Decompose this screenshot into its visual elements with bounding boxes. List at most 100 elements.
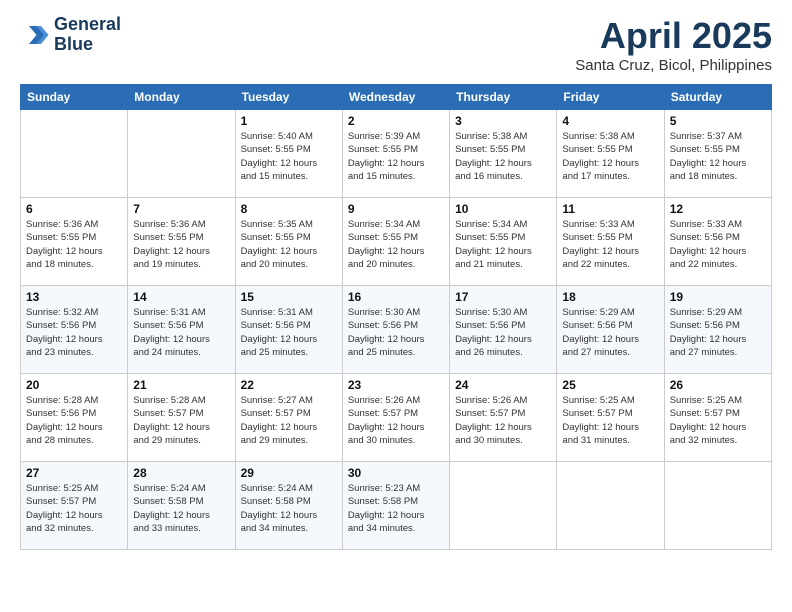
calendar-cell: 27 Sunrise: 5:25 AM Sunset: 5:57 PM Dayli… xyxy=(21,462,128,550)
day-number: 18 xyxy=(562,290,658,304)
weekday-header: Thursday xyxy=(450,85,557,110)
header: General Blue April 2025 Santa Cruz, Bico… xyxy=(20,15,772,74)
weekday-header-row: SundayMondayTuesdayWednesdayThursdayFrid… xyxy=(21,85,772,110)
day-number: 12 xyxy=(670,202,766,216)
day-number: 9 xyxy=(348,202,444,216)
day-number: 21 xyxy=(133,378,229,392)
day-info: Sunrise: 5:36 AM Sunset: 5:55 PM Dayligh… xyxy=(26,218,122,271)
logo-icon xyxy=(20,20,50,50)
calendar-cell: 22 Sunrise: 5:27 AM Sunset: 5:57 PM Dayli… xyxy=(235,374,342,462)
day-info: Sunrise: 5:28 AM Sunset: 5:56 PM Dayligh… xyxy=(26,394,122,447)
calendar-cell: 10Sunrise: 5:34 AM Sunset: 5:55 PM Dayli… xyxy=(450,198,557,286)
calendar-week-row: 20Sunrise: 5:28 AM Sunset: 5:56 PM Dayli… xyxy=(21,374,772,462)
logo-line2: Blue xyxy=(54,35,121,55)
calendar-table: SundayMondayTuesdayWednesdayThursdayFrid… xyxy=(20,84,772,550)
calendar-cell: 9 Sunrise: 5:34 AM Sunset: 5:55 PM Daylig… xyxy=(342,198,449,286)
day-number: 3 xyxy=(455,114,551,128)
logo-line1: General xyxy=(54,15,121,35)
calendar-cell: 29 Sunrise: 5:24 AM Sunset: 5:58 PM Dayli… xyxy=(235,462,342,550)
day-number: 27 xyxy=(26,466,122,480)
day-info: Sunrise: 5:25 AM Sunset: 5:57 PM Dayligh… xyxy=(670,394,766,447)
day-info: Sunrise: 5:26 AM Sunset: 5:57 PM Dayligh… xyxy=(348,394,444,447)
day-info: Sunrise: 5:35 AM Sunset: 5:55 PM Dayligh… xyxy=(241,218,337,271)
calendar-cell: 25 Sunrise: 5:25 AM Sunset: 5:57 PM Dayli… xyxy=(557,374,664,462)
day-number: 15 xyxy=(241,290,337,304)
day-info: Sunrise: 5:32 AM Sunset: 5:56 PM Dayligh… xyxy=(26,306,122,359)
day-number: 8 xyxy=(241,202,337,216)
day-number: 4 xyxy=(562,114,658,128)
calendar-cell: 15 Sunrise: 5:31 AM Sunset: 5:56 PM Dayli… xyxy=(235,286,342,374)
day-number: 26 xyxy=(670,378,766,392)
day-number: 29 xyxy=(241,466,337,480)
calendar-cell xyxy=(128,110,235,198)
calendar-cell: 18Sunrise: 5:29 AM Sunset: 5:56 PM Dayli… xyxy=(557,286,664,374)
day-number: 5 xyxy=(670,114,766,128)
calendar-cell: 12 Sunrise: 5:33 AM Sunset: 5:56 PM Dayli… xyxy=(664,198,771,286)
day-number: 23 xyxy=(348,378,444,392)
calendar-cell xyxy=(664,462,771,550)
day-info: Sunrise: 5:33 AM Sunset: 5:56 PM Dayligh… xyxy=(670,218,766,271)
day-info: Sunrise: 5:25 AM Sunset: 5:57 PM Dayligh… xyxy=(26,482,122,535)
day-info: Sunrise: 5:25 AM Sunset: 5:57 PM Dayligh… xyxy=(562,394,658,447)
calendar-cell xyxy=(450,462,557,550)
day-info: Sunrise: 5:30 AM Sunset: 5:56 PM Dayligh… xyxy=(455,306,551,359)
day-number: 13 xyxy=(26,290,122,304)
day-info: Sunrise: 5:33 AM Sunset: 5:55 PM Dayligh… xyxy=(562,218,658,271)
day-number: 28 xyxy=(133,466,229,480)
calendar-week-row: 27 Sunrise: 5:25 AM Sunset: 5:57 PM Dayli… xyxy=(21,462,772,550)
location-subtitle: Santa Cruz, Bicol, Philippines xyxy=(575,57,772,74)
weekday-header: Monday xyxy=(128,85,235,110)
day-info: Sunrise: 5:34 AM Sunset: 5:55 PM Dayligh… xyxy=(455,218,551,271)
weekday-header: Tuesday xyxy=(235,85,342,110)
logo: General Blue xyxy=(20,15,121,55)
day-number: 30 xyxy=(348,466,444,480)
calendar-week-row: 1Sunrise: 5:40 AM Sunset: 5:55 PM Daylig… xyxy=(21,110,772,198)
calendar-cell: 23 Sunrise: 5:26 AM Sunset: 5:57 PM Dayli… xyxy=(342,374,449,462)
day-number: 6 xyxy=(26,202,122,216)
calendar-cell: 13 Sunrise: 5:32 AM Sunset: 5:56 PM Dayli… xyxy=(21,286,128,374)
calendar-cell: 17 Sunrise: 5:30 AM Sunset: 5:56 PM Dayli… xyxy=(450,286,557,374)
day-info: Sunrise: 5:37 AM Sunset: 5:55 PM Dayligh… xyxy=(670,130,766,183)
page: General Blue April 2025 Santa Cruz, Bico… xyxy=(0,0,792,612)
calendar-cell: 26 Sunrise: 5:25 AM Sunset: 5:57 PM Dayli… xyxy=(664,374,771,462)
calendar-cell: 6 Sunrise: 5:36 AM Sunset: 5:55 PM Daylig… xyxy=(21,198,128,286)
calendar-cell: 30Sunrise: 5:23 AM Sunset: 5:58 PM Dayli… xyxy=(342,462,449,550)
day-number: 2 xyxy=(348,114,444,128)
weekday-header: Friday xyxy=(557,85,664,110)
calendar-cell: 5 Sunrise: 5:37 AM Sunset: 5:55 PM Daylig… xyxy=(664,110,771,198)
weekday-header: Sunday xyxy=(21,85,128,110)
day-info: Sunrise: 5:39 AM Sunset: 5:55 PM Dayligh… xyxy=(348,130,444,183)
day-number: 19 xyxy=(670,290,766,304)
day-number: 17 xyxy=(455,290,551,304)
title-block: April 2025 Santa Cruz, Bicol, Philippine… xyxy=(575,15,772,74)
day-number: 1 xyxy=(241,114,337,128)
calendar-cell: 21Sunrise: 5:28 AM Sunset: 5:57 PM Dayli… xyxy=(128,374,235,462)
calendar-cell: 1Sunrise: 5:40 AM Sunset: 5:55 PM Daylig… xyxy=(235,110,342,198)
calendar-week-row: 13 Sunrise: 5:32 AM Sunset: 5:56 PM Dayli… xyxy=(21,286,772,374)
day-number: 7 xyxy=(133,202,229,216)
calendar-cell: 3 Sunrise: 5:38 AM Sunset: 5:55 PM Daylig… xyxy=(450,110,557,198)
day-info: Sunrise: 5:30 AM Sunset: 5:56 PM Dayligh… xyxy=(348,306,444,359)
calendar-cell xyxy=(557,462,664,550)
day-info: Sunrise: 5:36 AM Sunset: 5:55 PM Dayligh… xyxy=(133,218,229,271)
day-number: 24 xyxy=(455,378,551,392)
calendar-cell: 7 Sunrise: 5:36 AM Sunset: 5:55 PM Daylig… xyxy=(128,198,235,286)
day-number: 16 xyxy=(348,290,444,304)
day-info: Sunrise: 5:24 AM Sunset: 5:58 PM Dayligh… xyxy=(133,482,229,535)
day-info: Sunrise: 5:34 AM Sunset: 5:55 PM Dayligh… xyxy=(348,218,444,271)
day-info: Sunrise: 5:31 AM Sunset: 5:56 PM Dayligh… xyxy=(241,306,337,359)
day-number: 22 xyxy=(241,378,337,392)
calendar-cell: 24Sunrise: 5:26 AM Sunset: 5:57 PM Dayli… xyxy=(450,374,557,462)
day-info: Sunrise: 5:29 AM Sunset: 5:56 PM Dayligh… xyxy=(670,306,766,359)
calendar-cell: 20Sunrise: 5:28 AM Sunset: 5:56 PM Dayli… xyxy=(21,374,128,462)
weekday-header: Wednesday xyxy=(342,85,449,110)
day-info: Sunrise: 5:24 AM Sunset: 5:58 PM Dayligh… xyxy=(241,482,337,535)
day-info: Sunrise: 5:31 AM Sunset: 5:56 PM Dayligh… xyxy=(133,306,229,359)
day-info: Sunrise: 5:27 AM Sunset: 5:57 PM Dayligh… xyxy=(241,394,337,447)
day-number: 25 xyxy=(562,378,658,392)
day-info: Sunrise: 5:38 AM Sunset: 5:55 PM Dayligh… xyxy=(455,130,551,183)
calendar-cell xyxy=(21,110,128,198)
calendar-cell: 19 Sunrise: 5:29 AM Sunset: 5:56 PM Dayli… xyxy=(664,286,771,374)
calendar-cell: 11Sunrise: 5:33 AM Sunset: 5:55 PM Dayli… xyxy=(557,198,664,286)
day-number: 14 xyxy=(133,290,229,304)
